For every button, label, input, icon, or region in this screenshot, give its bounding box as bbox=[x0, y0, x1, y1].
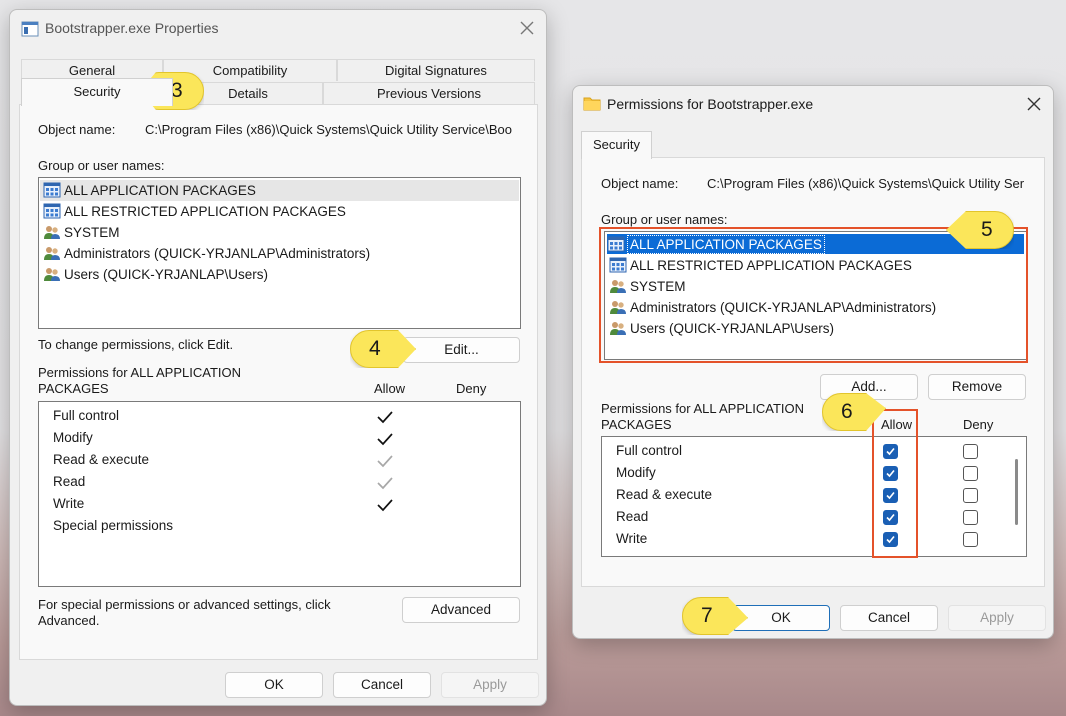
permission-name: Modify bbox=[53, 430, 93, 445]
permission-name: Full control bbox=[53, 408, 120, 423]
properties-window: Bootstrapper.exe Properties General Comp… bbox=[9, 9, 547, 706]
users-group-icon bbox=[43, 266, 61, 282]
group-list-item-label: Administrators (QUICK-YRJANLAP\Administr… bbox=[64, 245, 371, 261]
permissions-list: Full control Modify Read & execute Read Writ… bbox=[38, 401, 521, 587]
tab-previous-versions[interactable]: Previous Versions bbox=[323, 82, 535, 104]
deny-checkbox[interactable] bbox=[963, 488, 978, 503]
group-list-item[interactable]: SYSTEM bbox=[43, 222, 120, 242]
deny-checkbox[interactable] bbox=[963, 466, 978, 481]
checkmark-icon bbox=[376, 432, 394, 446]
checkmark-icon bbox=[376, 498, 394, 512]
permission-name: Read bbox=[53, 474, 86, 489]
deny-header: Deny bbox=[456, 381, 487, 396]
permissions-for-label-2: PACKAGES bbox=[38, 381, 109, 396]
dialog-permission-name: Read bbox=[616, 509, 649, 524]
ok-button[interactable]: OK bbox=[225, 672, 323, 698]
group-list-item[interactable]: Users (QUICK-YRJANLAP\Users) bbox=[43, 264, 268, 284]
users-group-icon bbox=[43, 245, 61, 261]
properties-titlebar: Bootstrapper.exe Properties bbox=[10, 10, 546, 48]
allow-column-highlight-box bbox=[872, 409, 918, 558]
permission-name: Read & execute bbox=[53, 452, 150, 467]
dialog-tab-security[interactable]: Security bbox=[581, 131, 652, 159]
dialog-permission-name: Read & execute bbox=[616, 487, 713, 502]
inherited-checkmark-icon bbox=[376, 454, 394, 468]
dialog-permissions-list: Full control Modify Read & execute Read Writ… bbox=[601, 436, 1027, 557]
permissions-scrollbar[interactable] bbox=[1015, 459, 1018, 525]
advanced-button[interactable]: Advanced bbox=[402, 597, 520, 623]
group-list-item[interactable]: ALL RESTRICTED APPLICATION PACKAGES bbox=[43, 201, 346, 221]
dialog-object-name-value: C:\Program Files (x86)\Quick Systems\Qui… bbox=[707, 176, 1025, 191]
dialog-group-names-label: Group or user names: bbox=[601, 212, 728, 227]
dialog-object-name-label: Object name: bbox=[601, 176, 679, 191]
object-name-value: C:\Program Files (x86)\Quick Systems\Qui… bbox=[145, 122, 512, 137]
apply-button[interactable]: Apply bbox=[441, 672, 539, 698]
tab-security[interactable]: Security bbox=[21, 78, 173, 106]
app-file-icon bbox=[21, 21, 39, 37]
users-group-icon bbox=[43, 224, 61, 240]
window-title: Bootstrapper.exe Properties bbox=[45, 20, 219, 36]
dialog-title: Permissions for Bootstrapper.exe bbox=[607, 96, 814, 112]
dialog-deny-header: Deny bbox=[963, 417, 994, 432]
deny-checkbox[interactable] bbox=[963, 532, 978, 547]
group-names-label: Group or user names: bbox=[38, 158, 165, 173]
deny-checkbox[interactable] bbox=[963, 510, 978, 525]
deny-checkbox[interactable] bbox=[963, 444, 978, 459]
change-permissions-text: To change permissions, click Edit. bbox=[38, 337, 234, 352]
edit-button[interactable]: Edit... bbox=[403, 337, 520, 363]
permission-name: Special permissions bbox=[53, 518, 174, 533]
group-list-item-label: ALL RESTRICTED APPLICATION PACKAGES bbox=[64, 203, 346, 219]
app-package-icon bbox=[43, 182, 61, 198]
app-package-icon bbox=[43, 203, 61, 219]
object-name-label: Object name: bbox=[38, 122, 116, 137]
group-list-item-label: ALL APPLICATION PACKAGES bbox=[64, 182, 256, 198]
dialog-permission-name: Modify bbox=[616, 465, 656, 480]
dialog-permissions-for-label-1: Permissions for ALL APPLICATION bbox=[601, 401, 805, 416]
dialog-permissions-for-label-2: PACKAGES bbox=[601, 417, 672, 432]
group-list-item[interactable]: ALL APPLICATION PACKAGES bbox=[43, 180, 256, 200]
group-list: ALL APPLICATION PACKAGES ALL RESTRICTED A… bbox=[38, 177, 521, 329]
permission-name: Write bbox=[53, 496, 85, 511]
dialog-cancel-button[interactable]: Cancel bbox=[840, 605, 938, 631]
remove-button[interactable]: Remove bbox=[928, 374, 1026, 400]
group-list-item[interactable]: Administrators (QUICK-YRJANLAP\Administr… bbox=[43, 243, 370, 263]
allow-header: Allow bbox=[374, 381, 406, 396]
dialog-permission-name: Full control bbox=[616, 443, 683, 458]
close-icon[interactable] bbox=[518, 19, 536, 37]
dialog-permission-name: Write bbox=[616, 531, 648, 546]
permissions-titlebar: Permissions for Bootstrapper.exe bbox=[573, 86, 1053, 124]
security-panel: Object name: C:\Program Files (x86)\Quic… bbox=[19, 104, 538, 660]
special-permissions-text-1: For special permissions or advanced sett… bbox=[38, 597, 331, 612]
cancel-button[interactable]: Cancel bbox=[333, 672, 431, 698]
group-list-highlight-box bbox=[599, 227, 1028, 363]
inherited-checkmark-icon bbox=[376, 476, 394, 490]
checkmark-icon bbox=[376, 410, 394, 424]
dialog-apply-button[interactable]: Apply bbox=[948, 605, 1046, 631]
dialog-close-icon[interactable] bbox=[1025, 95, 1043, 113]
folder-icon bbox=[583, 96, 601, 111]
group-list-item-label: Users (QUICK-YRJANLAP\Users) bbox=[64, 266, 269, 282]
permissions-for-label-1: Permissions for ALL APPLICATION bbox=[38, 365, 242, 380]
tab-digital-signatures[interactable]: Digital Signatures bbox=[337, 59, 535, 81]
special-permissions-text-2: Advanced. bbox=[38, 613, 100, 628]
group-list-item-label: SYSTEM bbox=[64, 224, 120, 240]
